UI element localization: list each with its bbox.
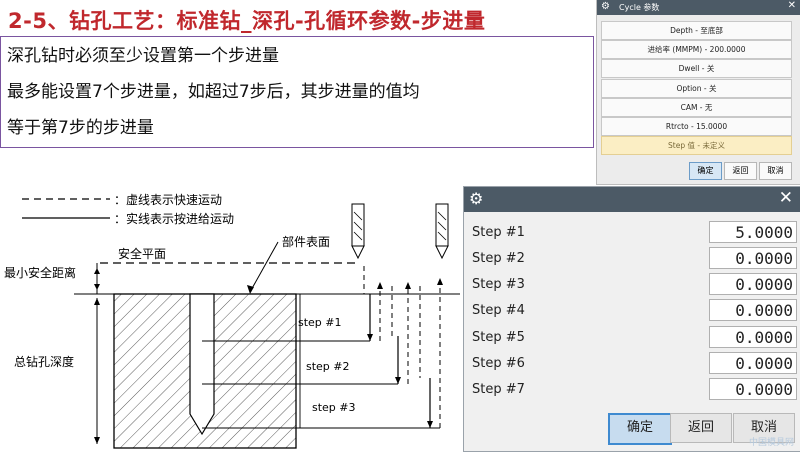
step-5-field[interactable]: 0.0000 [709, 326, 797, 348]
feedrate-button[interactable]: 进给率 (MMPM) - 200.0000 [601, 40, 792, 59]
drill-bit-icon [351, 203, 365, 260]
page-title: 2-5、钻孔工艺：标准钻_深孔-孔循环参数-步进量 [8, 9, 486, 33]
description-line-3: 等于第7步的步进量 [7, 118, 154, 138]
close-icon[interactable]: ✕ [788, 0, 796, 11]
step-values-dialog: ⚙ ✕ Step #1 5.0000 Step #2 0.0000 Step #… [463, 186, 800, 452]
legend-solid-text: ：实线表示按进给运动 [114, 211, 234, 226]
part-surface-leader [249, 241, 279, 293]
drill-bit-icon [435, 203, 449, 260]
part-surface-label: 部件表面 [282, 234, 330, 249]
step-value-button[interactable]: Step 值 - 未定义 [601, 136, 792, 155]
back-button[interactable]: 返回 [670, 413, 732, 443]
dwell-button[interactable]: Dwell - 关 [601, 59, 792, 78]
drilled-hole [189, 293, 215, 436]
description-box: 深孔钻时必须至少设置第一个步进量 最多能设置7个步进量，如超过7步后，其步进量的… [0, 36, 594, 148]
back-button[interactable]: 返回 [724, 162, 757, 180]
cycle-dialog-title: Cycle 参数 [619, 3, 660, 12]
step-6-field[interactable]: 0.0000 [709, 352, 797, 374]
step-3-label: Step #3 [472, 277, 525, 292]
step-7-label: Step #7 [472, 382, 525, 397]
total-depth-label: 总钻孔深度 [14, 354, 74, 369]
step-2-label: Step #2 [472, 251, 525, 266]
legend-dashed-text: ：虚线表示快速运动 [114, 193, 222, 207]
cancel-button[interactable]: 取消 [759, 162, 792, 180]
ok-button[interactable]: 确定 [608, 413, 672, 445]
step-4-field[interactable]: 0.0000 [709, 299, 797, 321]
deep-hole-drill-diagram: ：虚线表示快速运动 ：实线表示按进给运动 安全平面 部件表面 最小安全距离 总钻… [4, 193, 460, 449]
step-5-label: Step #5 [472, 330, 525, 345]
step-2-field[interactable]: 0.0000 [709, 247, 797, 269]
watermark-logo: 中国模具网 [748, 438, 794, 448]
min-clearance-label: 最小安全距离 [4, 265, 76, 280]
step-dialog-titlebar: ⚙ ✕ [464, 187, 800, 212]
step-7-field[interactable]: 0.0000 [709, 378, 797, 400]
step-4-label: Step #4 [472, 303, 525, 318]
step1-label: step #1 [298, 316, 342, 329]
depth-button[interactable]: Depth - 至底部 [601, 21, 792, 40]
ok-button[interactable]: 确定 [689, 162, 722, 180]
cycle-dialog-titlebar: ⚙ Cycle 参数 ✕ [597, 0, 800, 15]
step-1-field[interactable]: 5.0000 [709, 221, 797, 243]
gear-icon: ⚙ [601, 1, 610, 12]
description-line-2: 最多能设置7个步进量，如超过7步后，其步进量的值均 [7, 82, 420, 102]
gear-icon: ⚙ [469, 189, 484, 208]
safe-plane-label: 安全平面 [118, 246, 166, 261]
cycle-parameters-dialog: ⚙ Cycle 参数 ✕ Depth - 至底部 进给率 (MMPM) - 20… [596, 0, 800, 185]
step2-label: step #2 [306, 360, 350, 373]
close-icon[interactable]: ✕ [779, 188, 793, 208]
cam-button[interactable]: CAM - 无 [601, 98, 792, 117]
step3-label: step #3 [312, 401, 356, 414]
step-3-field[interactable]: 0.0000 [709, 273, 797, 295]
step-6-label: Step #6 [472, 356, 525, 371]
description-line-1: 深孔钻时必须至少设置第一个步进量 [7, 46, 279, 66]
step-1-label: Step #1 [472, 225, 525, 240]
rtrcto-button[interactable]: Rtrcto - 15.0000 [601, 117, 792, 136]
option-button[interactable]: Option - 关 [601, 79, 792, 98]
